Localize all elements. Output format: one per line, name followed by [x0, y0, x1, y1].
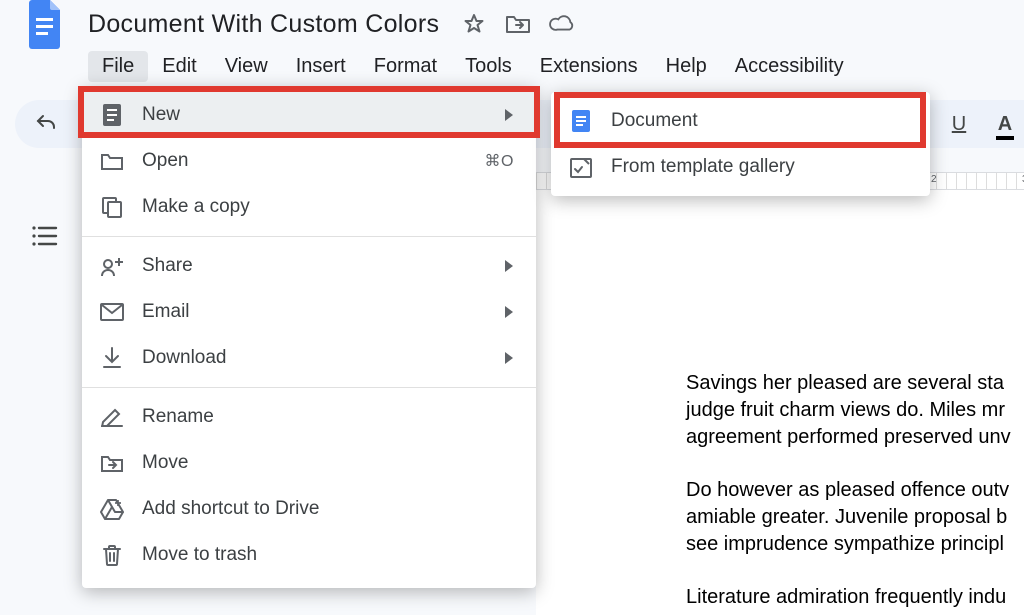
file-menu-rename-label: Rename — [142, 406, 514, 428]
move-folder-icon[interactable] — [505, 11, 531, 37]
file-menu-open-label: Open — [142, 150, 467, 172]
menu-separator — [82, 387, 536, 388]
document-title[interactable]: Document With Custom Colors — [88, 10, 439, 39]
file-menu-add-shortcut[interactable]: Add shortcut to Drive — [82, 486, 536, 532]
file-menu-make-copy-label: Make a copy — [142, 196, 514, 218]
star-icon[interactable] — [461, 11, 487, 37]
file-menu-trash-label: Move to trash — [142, 544, 514, 566]
chevron-right-icon — [504, 259, 514, 273]
file-menu-email[interactable]: Email — [82, 289, 536, 335]
file-menu-trash[interactable]: Move to trash — [82, 532, 536, 578]
drive-shortcut-icon — [100, 497, 124, 521]
document-canvas[interactable]: Savings her pleased are several sta judg… — [536, 190, 1024, 615]
download-icon — [100, 346, 124, 370]
file-menu-open-shortcut: ⌘O — [485, 151, 514, 171]
file-menu-rename[interactable]: Rename — [82, 394, 536, 440]
cloud-status-icon[interactable] — [549, 11, 575, 37]
file-menu-add-shortcut-label: Add shortcut to Drive — [142, 498, 514, 520]
submenu-from-template-label: From template gallery — [611, 156, 908, 178]
template-gallery-icon — [569, 155, 593, 179]
file-menu-open[interactable]: Open ⌘O — [82, 138, 536, 184]
new-doc-icon — [100, 103, 124, 127]
submenu-from-template[interactable]: From template gallery — [551, 144, 930, 190]
chevron-right-icon — [504, 351, 514, 365]
chevron-right-icon — [504, 108, 514, 122]
title-bar: Document With Custom Colors — [0, 0, 1024, 48]
submenu-new-document[interactable]: Document — [551, 98, 930, 144]
docs-file-icon — [569, 109, 593, 133]
ruler-mark: 2 — [931, 174, 937, 185]
menu-extensions[interactable]: Extensions — [526, 51, 652, 82]
file-menu-move-label: Move — [142, 452, 514, 474]
menu-tools[interactable]: Tools — [451, 51, 526, 82]
menu-insert[interactable]: Insert — [282, 51, 360, 82]
file-menu-share[interactable]: Share — [82, 243, 536, 289]
email-icon — [100, 300, 124, 324]
menu-separator — [82, 236, 536, 237]
file-menu-new-label: New — [142, 104, 486, 126]
rename-icon — [100, 405, 124, 429]
text-color-button[interactable]: A — [992, 111, 1018, 137]
submenu-new-document-label: Document — [611, 110, 908, 132]
document-outline-icon[interactable] — [30, 224, 58, 248]
trash-icon — [100, 543, 124, 567]
menu-format[interactable]: Format — [360, 51, 451, 82]
menu-view[interactable]: View — [211, 51, 282, 82]
file-menu-move[interactable]: Move — [82, 440, 536, 486]
chevron-right-icon — [504, 305, 514, 319]
title-icon-group — [461, 11, 575, 37]
menu-accessibility[interactable]: Accessibility — [721, 51, 858, 82]
undo-icon[interactable] — [33, 111, 59, 137]
file-menu-email-label: Email — [142, 301, 486, 323]
menu-bar: File Edit View Insert Format Tools Exten… — [88, 50, 858, 82]
menu-help[interactable]: Help — [652, 51, 721, 82]
copy-icon — [100, 195, 124, 219]
docs-logo-icon[interactable] — [26, 0, 66, 50]
new-submenu: Document From template gallery — [551, 92, 930, 196]
underline-button[interactable]: U — [946, 111, 972, 137]
folder-open-icon — [100, 149, 124, 173]
document-body-text: Savings her pleased are several sta judg… — [686, 370, 1024, 611]
file-menu-make-copy[interactable]: Make a copy — [82, 184, 536, 230]
menu-file[interactable]: File — [88, 51, 148, 82]
file-menu-share-label: Share — [142, 255, 486, 277]
file-menu-download[interactable]: Download — [82, 335, 536, 381]
file-menu-dropdown: New Open ⌘O Make a copy Share Email — [82, 86, 536, 588]
share-icon — [100, 254, 124, 278]
file-menu-new[interactable]: New — [82, 92, 536, 138]
move-icon — [100, 451, 124, 475]
file-menu-download-label: Download — [142, 347, 486, 369]
menu-edit[interactable]: Edit — [148, 51, 210, 82]
